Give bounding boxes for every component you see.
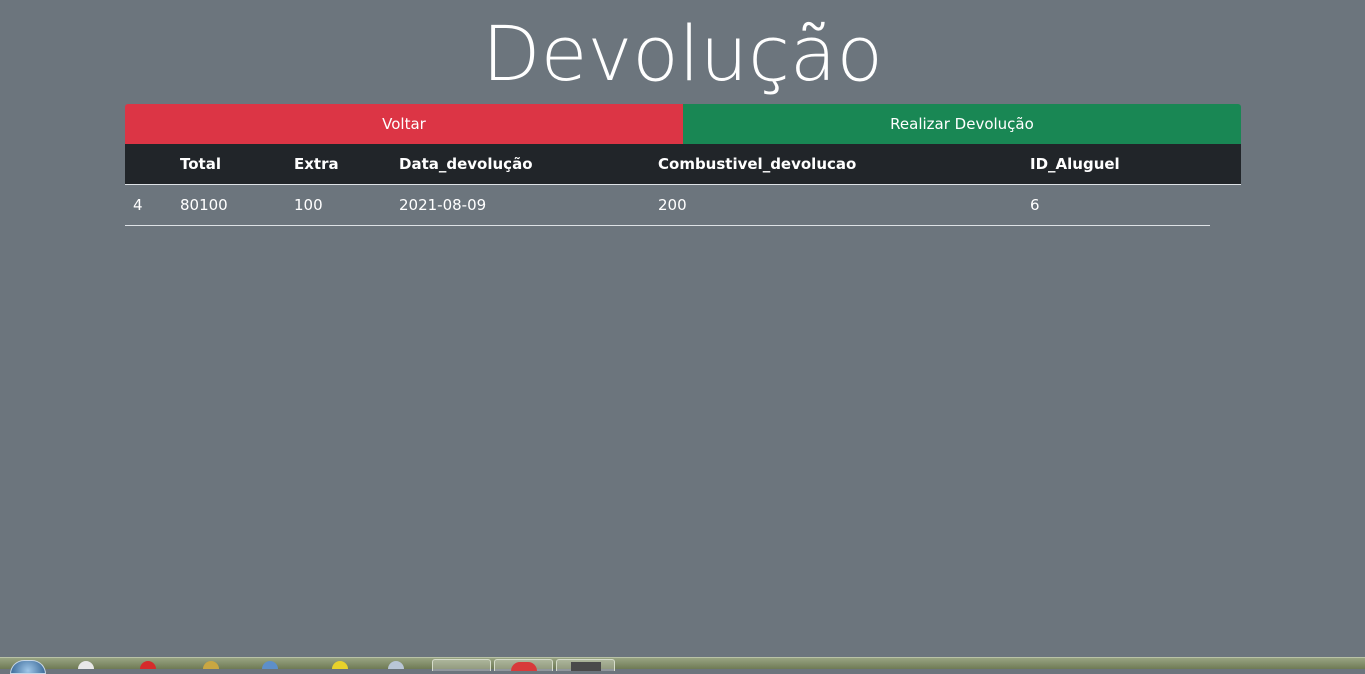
cell-total: 80100 (180, 196, 228, 214)
column-header-return-fuel: Combustivel_devolucao (658, 155, 857, 173)
cell-extra: 100 (294, 196, 323, 214)
column-header-extra: Extra (294, 155, 339, 173)
table-row: 4 80100 100 2021-08-09 200 6 (125, 185, 1210, 226)
column-header-total: Total (180, 155, 221, 173)
explorer-task-icon[interactable] (432, 659, 491, 671)
table-header: Total Extra Data_devolução Combustivel_d… (125, 144, 1241, 185)
column-header-rental-id: ID_Aluguel (1030, 155, 1120, 173)
windows-start-icon[interactable] (10, 660, 46, 674)
column-header-return-date: Data_devolução (399, 155, 533, 173)
cell-return-fuel: 200 (658, 196, 687, 214)
terminal-task-icon[interactable] (556, 659, 615, 671)
cell-index: 4 (133, 196, 143, 214)
taskbar (0, 657, 1365, 674)
action-buttons: Voltar Realizar Devolução (125, 104, 1241, 144)
cell-rental-id: 6 (1030, 196, 1040, 214)
page-title: Devolução (482, 9, 883, 98)
submit-return-button[interactable]: Realizar Devolução (683, 104, 1241, 144)
cell-return-date: 2021-08-09 (399, 196, 487, 214)
back-button[interactable]: Voltar (125, 104, 683, 144)
record-task-icon[interactable] (494, 659, 553, 671)
